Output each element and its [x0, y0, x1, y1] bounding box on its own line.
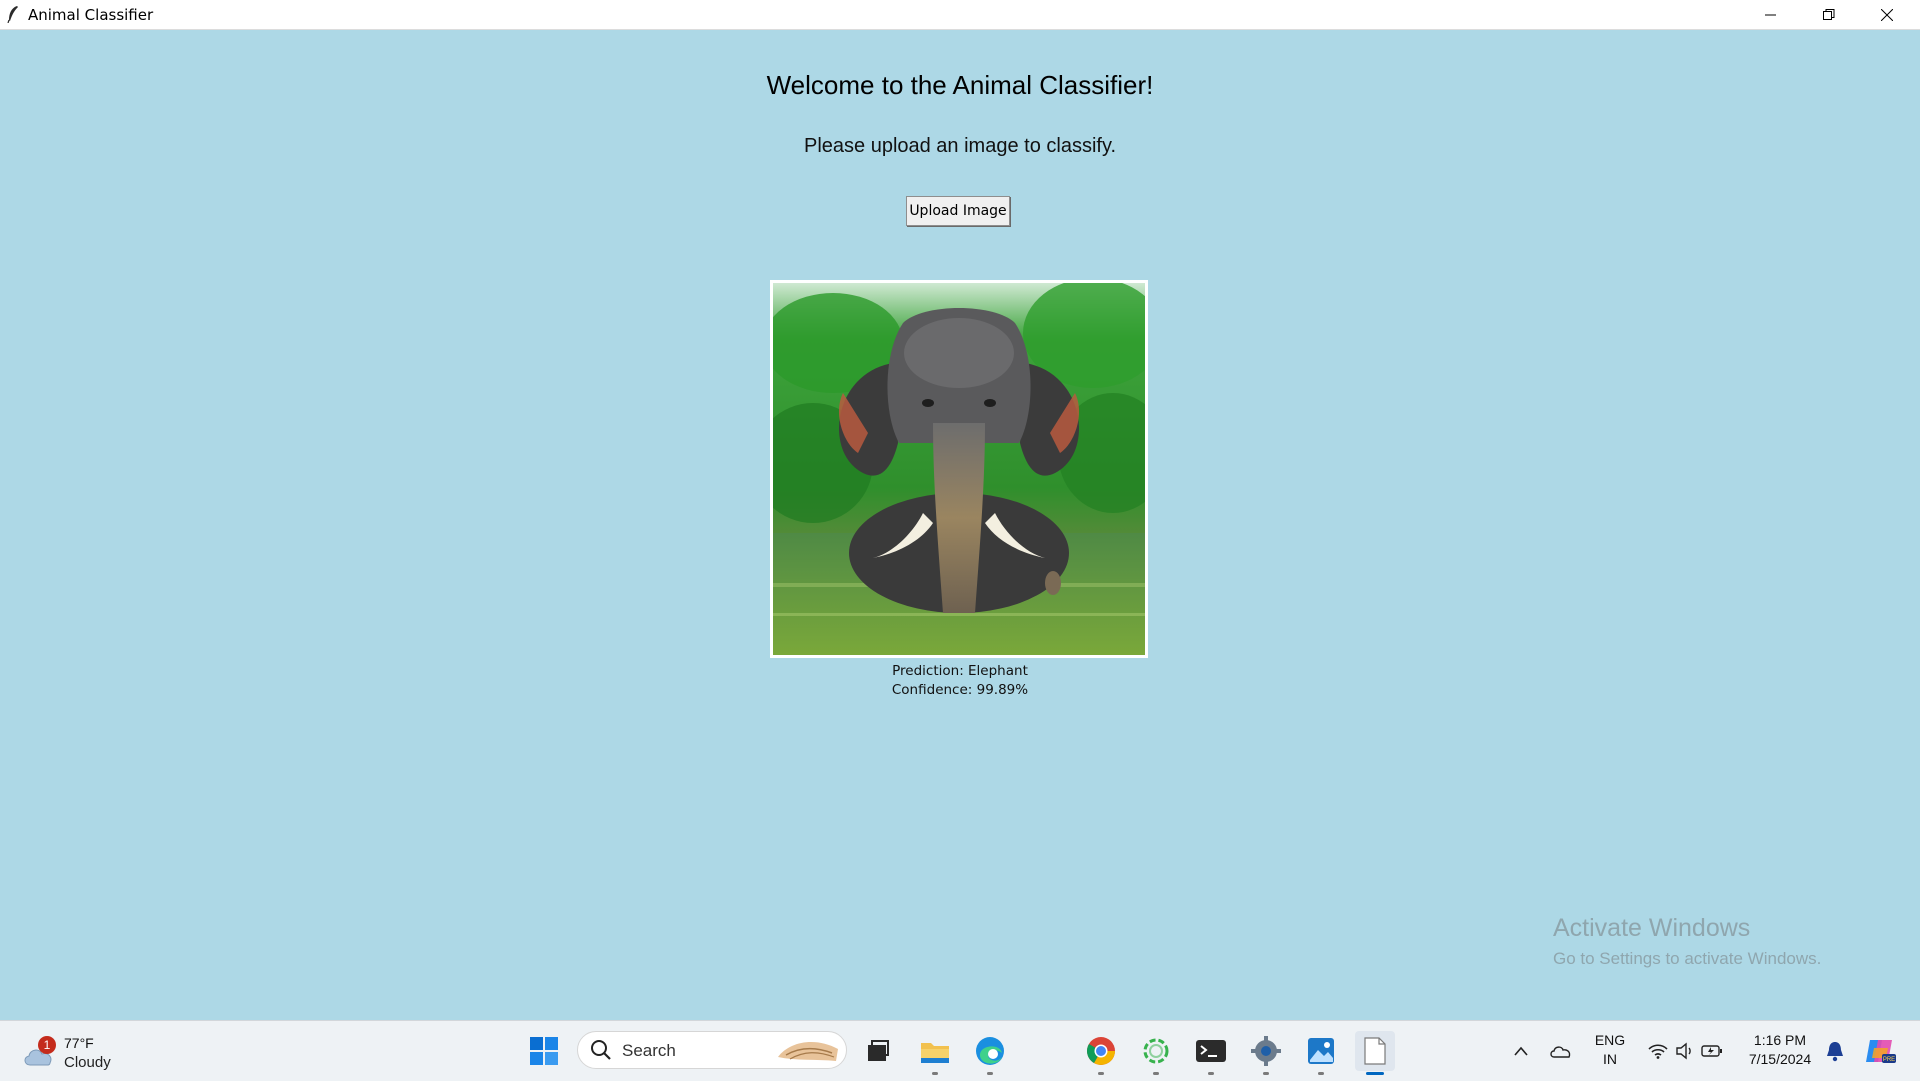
- taskbar-search[interactable]: Search: [577, 1031, 847, 1069]
- onedrive-cloud-icon: [1550, 1046, 1571, 1058]
- chevron-up-icon: [1514, 1046, 1528, 1056]
- running-indicator: [1098, 1072, 1104, 1075]
- close-button[interactable]: [1858, 0, 1916, 29]
- windows-start-icon: [530, 1037, 558, 1065]
- loading-app-button[interactable]: [1136, 1031, 1176, 1075]
- watermark-title: Activate Windows: [1553, 914, 1751, 942]
- weather-condition: Cloudy: [64, 1054, 111, 1071]
- terminal-button[interactable]: [1191, 1031, 1231, 1075]
- minimize-icon: [1765, 14, 1776, 15]
- notepad-button[interactable]: [1355, 1031, 1395, 1075]
- task-view-icon: [868, 1040, 889, 1061]
- show-hidden-icons-button[interactable]: [1501, 1031, 1541, 1071]
- instruction-text: Please upload an image to classify.: [803, 135, 1117, 157]
- title-bar: Animal Classifier: [0, 0, 1920, 30]
- page-title: Welcome to the Animal Classifier!: [766, 70, 1154, 100]
- notifications-button[interactable]: [1815, 1031, 1855, 1071]
- chrome-button[interactable]: [1081, 1031, 1121, 1075]
- file-explorer-button[interactable]: [915, 1031, 955, 1075]
- elephant-photo: [773, 283, 1145, 655]
- task-view-button[interactable]: [858, 1031, 898, 1071]
- onedrive-button[interactable]: [1541, 1031, 1581, 1071]
- clock-date: 7/15/2024: [1748, 1051, 1812, 1067]
- document-icon: [1364, 1037, 1386, 1065]
- battery-icon: [1701, 1045, 1722, 1057]
- running-indicator: [1318, 1072, 1324, 1075]
- restore-icon: [1823, 8, 1835, 20]
- taskbar: 1 77°F Cloudy Search ENG IN 1:16 PM 7/15…: [0, 1020, 1920, 1081]
- edge-button[interactable]: [970, 1031, 1010, 1075]
- minimize-button[interactable]: [1742, 0, 1800, 29]
- loading-app-icon: [1143, 1038, 1169, 1064]
- prediction-result: Prediction: Elephant Confidence: 99.89%: [0, 662, 1920, 700]
- language-indicator[interactable]: ENG IN: [1590, 1031, 1630, 1069]
- file-explorer-icon: [921, 1043, 949, 1063]
- start-button[interactable]: [524, 1031, 564, 1071]
- feather-icon: [7, 6, 18, 23]
- settings-gear-icon: [1251, 1036, 1281, 1066]
- image-preview: [770, 280, 1148, 658]
- watermark-subtitle: Go to Settings to activate Windows.: [1553, 949, 1822, 968]
- search-placeholder: Search: [622, 1041, 676, 1060]
- restore-button[interactable]: [1800, 0, 1858, 29]
- svg-text:PRE: PRE: [1883, 1057, 1895, 1063]
- close-icon: [1881, 8, 1893, 21]
- wifi-icon: [1648, 1044, 1668, 1059]
- chrome-icon: [1087, 1037, 1115, 1065]
- network-volume-battery-button[interactable]: [1640, 1031, 1730, 1071]
- volume-icon: [1676, 1042, 1691, 1060]
- region-code: IN: [1603, 1051, 1617, 1067]
- active-indicator: [1366, 1072, 1384, 1075]
- upload-image-button[interactable]: Upload Image: [906, 196, 1010, 226]
- running-indicator: [1153, 1072, 1159, 1075]
- language-code: ENG: [1594, 1032, 1626, 1048]
- running-indicator: [1208, 1072, 1214, 1075]
- bell-icon: [1827, 1042, 1843, 1062]
- running-indicator: [932, 1072, 938, 1075]
- clock[interactable]: 1:16 PM 7/15/2024: [1740, 1031, 1820, 1069]
- weather-temperature: 77°F: [64, 1035, 94, 1051]
- activation-watermark: Activate Windows Go to Settings to activ…: [1553, 914, 1821, 969]
- copilot-icon: PRE: [1866, 1040, 1896, 1063]
- search-icon: [591, 1040, 611, 1060]
- running-indicator: [987, 1072, 993, 1075]
- running-indicator: [1263, 1072, 1269, 1075]
- confidence-label: Confidence: 99.89%: [891, 682, 1029, 698]
- edge-icon: [976, 1037, 1004, 1065]
- weather-alert-badge: 1: [38, 1036, 56, 1054]
- app-window: Welcome to the Animal Classifier! Please…: [0, 30, 1920, 1020]
- window-title: Animal Classifier: [28, 6, 154, 24]
- copilot-button[interactable]: PRE: [1860, 1031, 1900, 1071]
- photos-icon: [1308, 1038, 1334, 1064]
- search-highlight-icon: [778, 1042, 838, 1061]
- weather-widget[interactable]: 1 77°F Cloudy: [22, 1029, 122, 1073]
- clock-time: 1:16 PM: [1753, 1032, 1807, 1048]
- settings-button[interactable]: [1246, 1031, 1286, 1075]
- prediction-label: Prediction: Elephant: [892, 663, 1028, 679]
- terminal-icon: [1196, 1040, 1226, 1062]
- photos-button[interactable]: [1301, 1031, 1341, 1075]
